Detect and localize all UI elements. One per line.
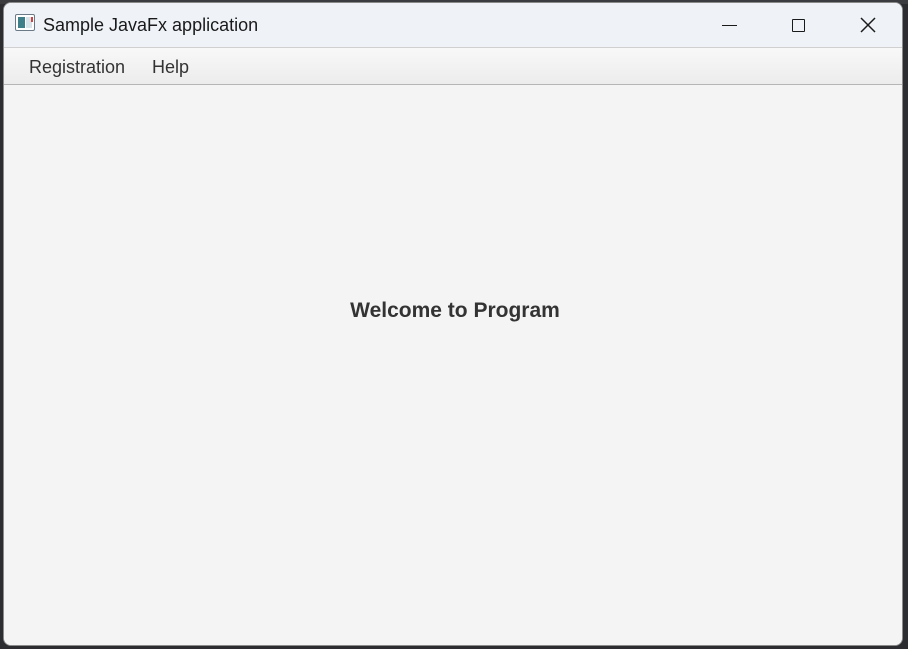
- menu-bar: Registration Help: [4, 47, 902, 85]
- close-button[interactable]: [834, 3, 902, 47]
- welcome-label: Welcome to Program: [350, 299, 560, 322]
- minimize-button[interactable]: [695, 3, 763, 47]
- minimize-icon: [721, 24, 737, 26]
- main-content: Welcome to Program: [4, 85, 902, 645]
- close-icon: [860, 17, 876, 33]
- java-app-icon: [15, 14, 35, 31]
- title-bar[interactable]: Sample JavaFx application: [4, 3, 902, 47]
- menu-registration[interactable]: Registration: [17, 48, 137, 84]
- app-window: Sample JavaFx application Registration H…: [3, 2, 903, 646]
- window-title: Sample JavaFx application: [43, 15, 259, 35]
- maximize-button[interactable]: [764, 3, 832, 47]
- menu-help[interactable]: Help: [140, 48, 201, 84]
- maximize-icon: [791, 18, 805, 32]
